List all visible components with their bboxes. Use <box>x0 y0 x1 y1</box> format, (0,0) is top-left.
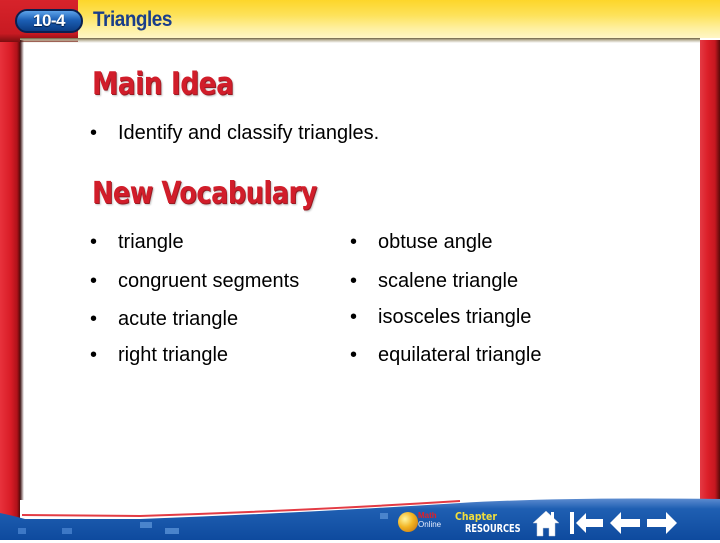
home-button[interactable] <box>531 508 561 543</box>
main-idea-text: Identify and classify triangles. <box>118 122 380 144</box>
chapter-resources-label-2: RESOURCES <box>465 522 521 535</box>
bullet-dot: • <box>90 344 98 366</box>
lesson-number-badge: 10-4 <box>15 9 83 33</box>
header-band <box>78 0 720 38</box>
bullet-dot: • <box>90 122 98 144</box>
bullet-dot: • <box>350 306 358 328</box>
math-online-label-2: Online <box>418 520 442 529</box>
right-arrow-icon <box>647 512 677 534</box>
chapter-resources-button[interactable]: Chapter RESOURCES <box>455 510 525 538</box>
globe-mouse-icon <box>398 512 418 532</box>
bullet-dot: • <box>90 270 98 292</box>
vocab-term: obtuse angle <box>378 231 493 253</box>
vocab-term: scalene triangle <box>378 270 519 292</box>
home-icon <box>532 510 560 537</box>
math-online-button[interactable]: Math Online <box>396 510 446 538</box>
vocab-term: equilateral triangle <box>378 344 542 366</box>
bullet-dot: • <box>350 231 358 253</box>
first-slide-icon <box>570 512 603 534</box>
main-idea-heading: Main Idea <box>92 66 234 102</box>
right-frame-bar <box>700 40 720 510</box>
bullet-dot: • <box>90 308 98 330</box>
new-vocabulary-heading: New Vocabulary <box>92 176 317 211</box>
vocab-term: right triangle <box>118 344 229 366</box>
first-slide-button[interactable] <box>569 510 605 541</box>
vocab-term: isosceles triangle <box>378 306 532 328</box>
vocab-term: congruent segments <box>118 270 300 292</box>
frame-shadow <box>20 40 24 500</box>
previous-button[interactable] <box>609 510 641 541</box>
bullet-dot: • <box>350 344 358 366</box>
vocab-term: triangle <box>118 231 184 253</box>
bullet-dot: • <box>350 270 358 292</box>
math-online-label-1: Math <box>418 511 437 520</box>
vocab-term: acute triangle <box>118 308 239 330</box>
bullet-dot: • <box>90 231 98 253</box>
left-frame-bar <box>0 0 20 520</box>
lesson-title: Triangles <box>93 8 172 31</box>
header-shadow <box>20 38 700 43</box>
next-button[interactable] <box>646 510 678 541</box>
left-arrow-icon <box>610 512 640 534</box>
